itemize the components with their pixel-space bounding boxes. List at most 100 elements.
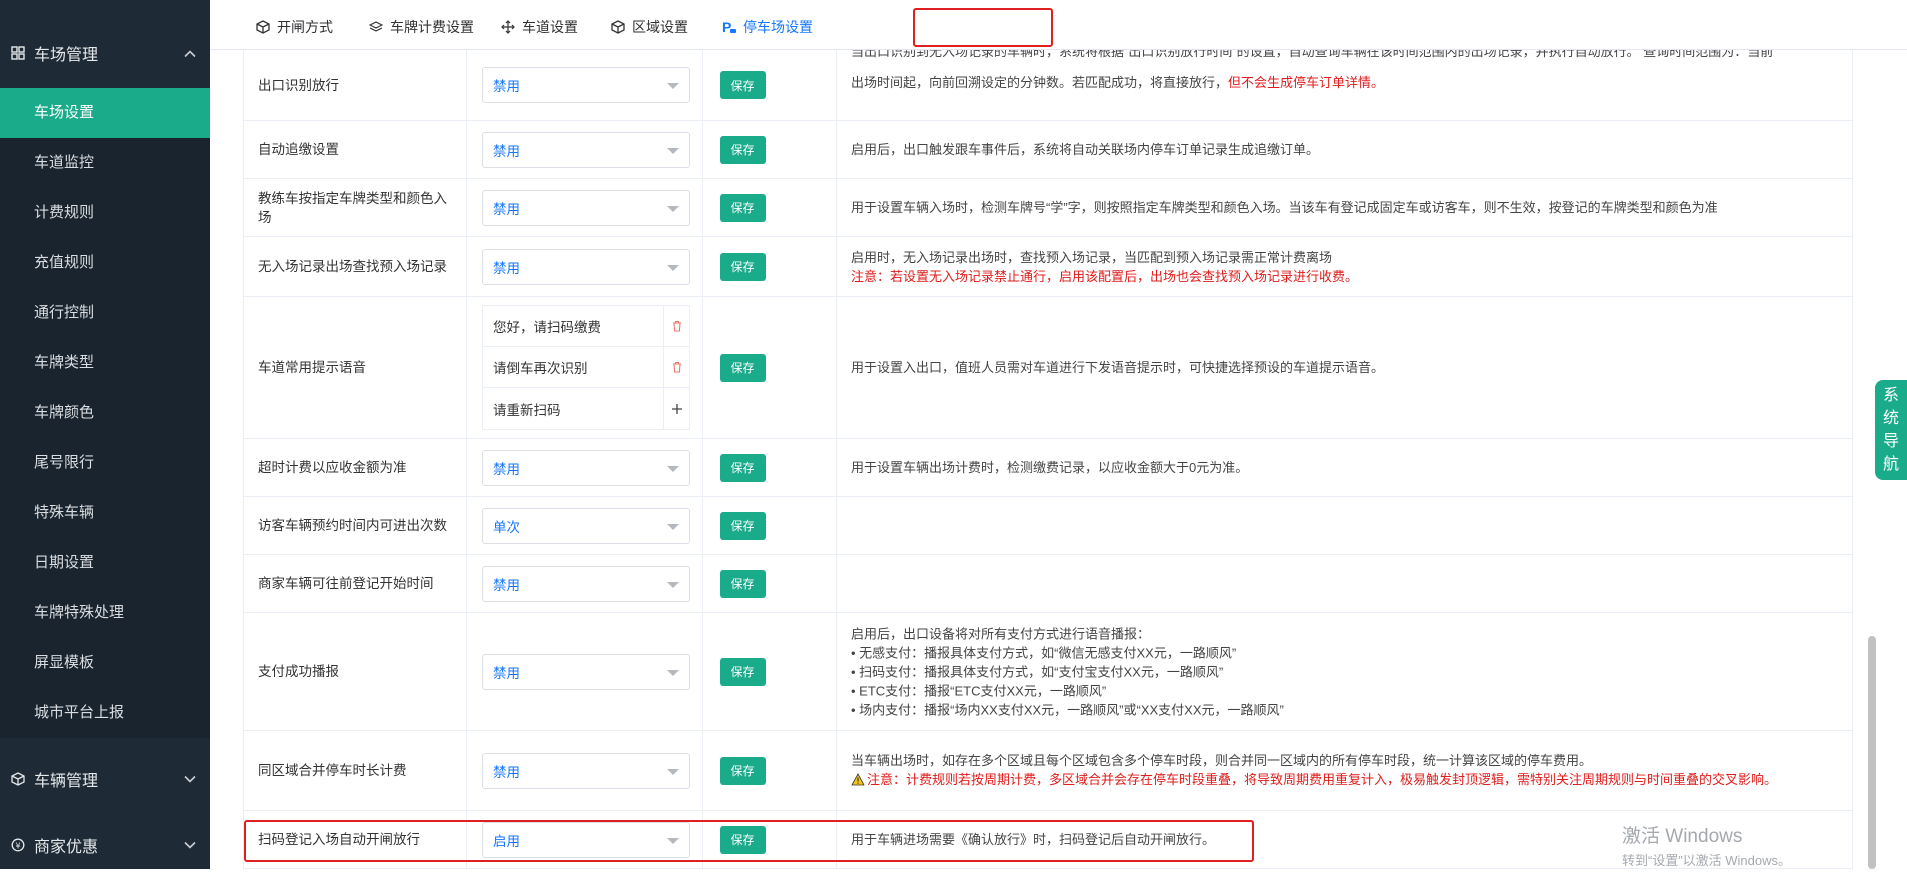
setting-select[interactable]: 禁用 (482, 653, 690, 690)
table-row: 超时计费以应收金额为准 禁用 保存 用于设置车辆出场计费时，检测缴费记录，以应收… (243, 439, 1853, 497)
save-button[interactable]: 保存 (719, 193, 766, 222)
tab-parking-lot-settings[interactable]: P 停车场设置 (721, 10, 813, 44)
caret-down-icon (667, 581, 679, 588)
sidebar-item-plate-type[interactable]: 车牌类型 (0, 338, 210, 388)
setting-select[interactable]: 禁用 (482, 67, 690, 103)
sidebar-item-special-vehicles[interactable]: 特殊车辆 (0, 488, 210, 538)
caret-down-icon (667, 205, 679, 212)
caret-down-icon (667, 523, 679, 530)
list-item[interactable]: 请倒车再次识别 (483, 347, 689, 388)
setting-select[interactable]: 禁用 (482, 565, 690, 602)
tab-label: 车牌计费设置 (390, 19, 474, 35)
sidebar-item-date-settings[interactable]: 日期设置 (0, 538, 210, 588)
save-button[interactable]: 保存 (719, 252, 766, 281)
list-item[interactable]: 您好，请扫码缴费 (483, 306, 689, 347)
trash-icon[interactable] (663, 306, 689, 346)
table-row: 无入场记录出场查找预入场记录 禁用 保存 启用时，无入场记录出场时，查找预入场记… (243, 237, 1853, 297)
setting-name: 超时计费以应收金额为准 (243, 439, 467, 496)
sidebar-group-label: 商家优惠 (34, 839, 99, 856)
scrollbar[interactable] (1868, 636, 1876, 869)
sidebar-group-label: 车场管理 (34, 47, 99, 64)
caret-down-icon (667, 768, 679, 775)
tab-label: 车道设置 (522, 19, 578, 35)
sidebar-item-tail-number[interactable]: 尾号限行 (0, 438, 210, 488)
save-button[interactable]: 保存 (719, 453, 766, 482)
table-row: 车道常用提示语音 您好，请扫码缴费 请倒车再次识别 请重新扫码 保存 用于设置入… (243, 297, 1853, 439)
tab-bar: 开闸方式 车牌计费设置 车道设置 区域设置 P 停车场设置 (210, 0, 1907, 50)
save-button[interactable]: 保存 (719, 71, 766, 99)
list-item[interactable]: 请重新扫码 (483, 388, 689, 429)
setting-name: 支付成功播报 (243, 613, 467, 730)
setting-select[interactable]: 单次 (482, 507, 690, 544)
cube-icon (610, 19, 626, 35)
table-row: 访客车辆预约时间内可进出次数 单次 保存 (243, 497, 1853, 555)
voice-prompt-list: 您好，请扫码缴费 请倒车再次识别 请重新扫码 (482, 305, 690, 430)
caret-down-icon (667, 669, 679, 676)
caret-down-icon (667, 465, 679, 472)
sidebar-item-lane-monitor[interactable]: 车道监控 (0, 138, 210, 188)
sidebar-group-merchant[interactable]: ¥ 商家优惠 (0, 818, 210, 872)
row-highlight-box (244, 820, 1254, 862)
setting-select[interactable]: 禁用 (482, 131, 690, 168)
setting-name: 出口识别放行 (243, 50, 467, 120)
table-row: 自动追缴设置 禁用 保存 启用后，出口触发跟车事件后，系统将自动关联场内停车订单… (243, 121, 1853, 179)
sidebar-item-display-template[interactable]: 屏显模板 (0, 638, 210, 688)
move-icon (500, 19, 516, 35)
setting-desc (837, 497, 1853, 554)
save-button[interactable]: 保存 (719, 569, 766, 598)
sidebar-item-city-report[interactable]: 城市平台上报 (0, 688, 210, 738)
setting-name: 无入场记录出场查找预入场记录 (243, 237, 467, 296)
plus-icon[interactable] (663, 388, 689, 429)
setting-desc: 启用时，无入场记录出场时，查找预入场记录，当匹配到预入场记录需正常计费离场 注意… (837, 237, 1853, 296)
tab-label: 区域设置 (632, 19, 688, 35)
trash-icon[interactable] (663, 347, 689, 387)
setting-desc (837, 555, 1853, 612)
sidebar-group-parking[interactable]: 车场管理 (0, 26, 210, 80)
sidebar-item-plate-special[interactable]: 车牌特殊处理 (0, 588, 210, 638)
tab-highlight-box (913, 8, 1053, 47)
setting-name: 商家车辆可往前登记开始时间 (243, 555, 467, 612)
save-button[interactable]: 保存 (719, 353, 766, 382)
sidebar-item-parking-settings[interactable]: 车场设置 (0, 88, 210, 138)
setting-desc: 启用后，出口触发跟车事件后，系统将自动关联场内停车订单记录生成追缴订单。 (837, 121, 1853, 178)
save-button[interactable]: 保存 (719, 135, 766, 164)
tab-label: 开闸方式 (277, 19, 333, 35)
chevron-up-icon (184, 46, 196, 61)
settings-table: 出口识别放行 禁用 保存 当出口识别到无入场记录的车辆时，系统将根据“出口识别放… (210, 50, 1860, 869)
setting-desc: 用于设置车辆入场时，检测车牌号“学”字，则按照指定车牌类型和颜色入场。当该车有登… (837, 179, 1853, 236)
sidebar-group-vehicle[interactable]: 车辆管理 (0, 752, 210, 806)
svg-text:¥: ¥ (15, 841, 20, 850)
save-button[interactable]: 保存 (719, 657, 766, 686)
svg-text:P: P (722, 19, 731, 35)
setting-name: 访客车辆预约时间内可进出次数 (243, 497, 467, 554)
caret-down-icon (667, 83, 679, 89)
grid-icon (10, 45, 26, 61)
tab-lane-settings[interactable]: 车道设置 (500, 10, 578, 44)
sidebar: 车场管理 车场设置 车道监控 计费规则 充值规则 通行控制 车牌类型 车牌颜色 … (0, 0, 210, 869)
setting-name: 同区域合并停车时长计费 (243, 731, 467, 810)
setting-desc: 启用后，出口设备将对所有支付方式进行语音播报： • 无感支付：播报具体支付方式，… (837, 613, 1853, 730)
save-button[interactable]: 保存 (719, 756, 766, 785)
coin-icon: ¥ (10, 837, 26, 853)
sidebar-group-label: 车辆管理 (34, 773, 99, 790)
system-nav-button[interactable]: 系 统 导 航 (1875, 380, 1907, 480)
setting-select[interactable]: 禁用 (482, 449, 690, 486)
sidebar-item-plate-color[interactable]: 车牌颜色 (0, 388, 210, 438)
windows-activation-watermark: 激活 Windows 转到“设置”以激活 Windows。 (1622, 826, 1792, 868)
setting-select[interactable]: 禁用 (482, 752, 690, 789)
sidebar-item-recharge-rules[interactable]: 充值规则 (0, 238, 210, 288)
setting-select[interactable]: 禁用 (482, 248, 690, 285)
tab-zone-settings[interactable]: 区域设置 (610, 10, 688, 44)
setting-desc: 用于设置车辆出场计费时，检测缴费记录，以应收金额大于0元为准。 (837, 439, 1853, 496)
setting-desc: 用于设置入出口，值班人员需对车道进行下发语音提示时，可快捷选择预设的车道提示语音… (837, 297, 1853, 438)
table-row: 出口识别放行 禁用 保存 当出口识别到无入场记录的车辆时，系统将根据“出口识别放… (243, 50, 1853, 121)
table-row: 同区域合并停车时长计费 禁用 保存 当车辆出场时，如存在多个区域且每个区域包含多… (243, 731, 1853, 811)
sidebar-item-billing-rules[interactable]: 计费规则 (0, 188, 210, 238)
save-button[interactable]: 保存 (719, 511, 766, 540)
cube-icon (10, 771, 26, 787)
tab-plate-billing[interactable]: 车牌计费设置 (368, 10, 474, 44)
sidebar-item-access-control[interactable]: 通行控制 (0, 288, 210, 338)
layers-icon (368, 19, 384, 35)
tab-gate-mode[interactable]: 开闸方式 (255, 10, 333, 44)
setting-select[interactable]: 禁用 (482, 189, 690, 226)
